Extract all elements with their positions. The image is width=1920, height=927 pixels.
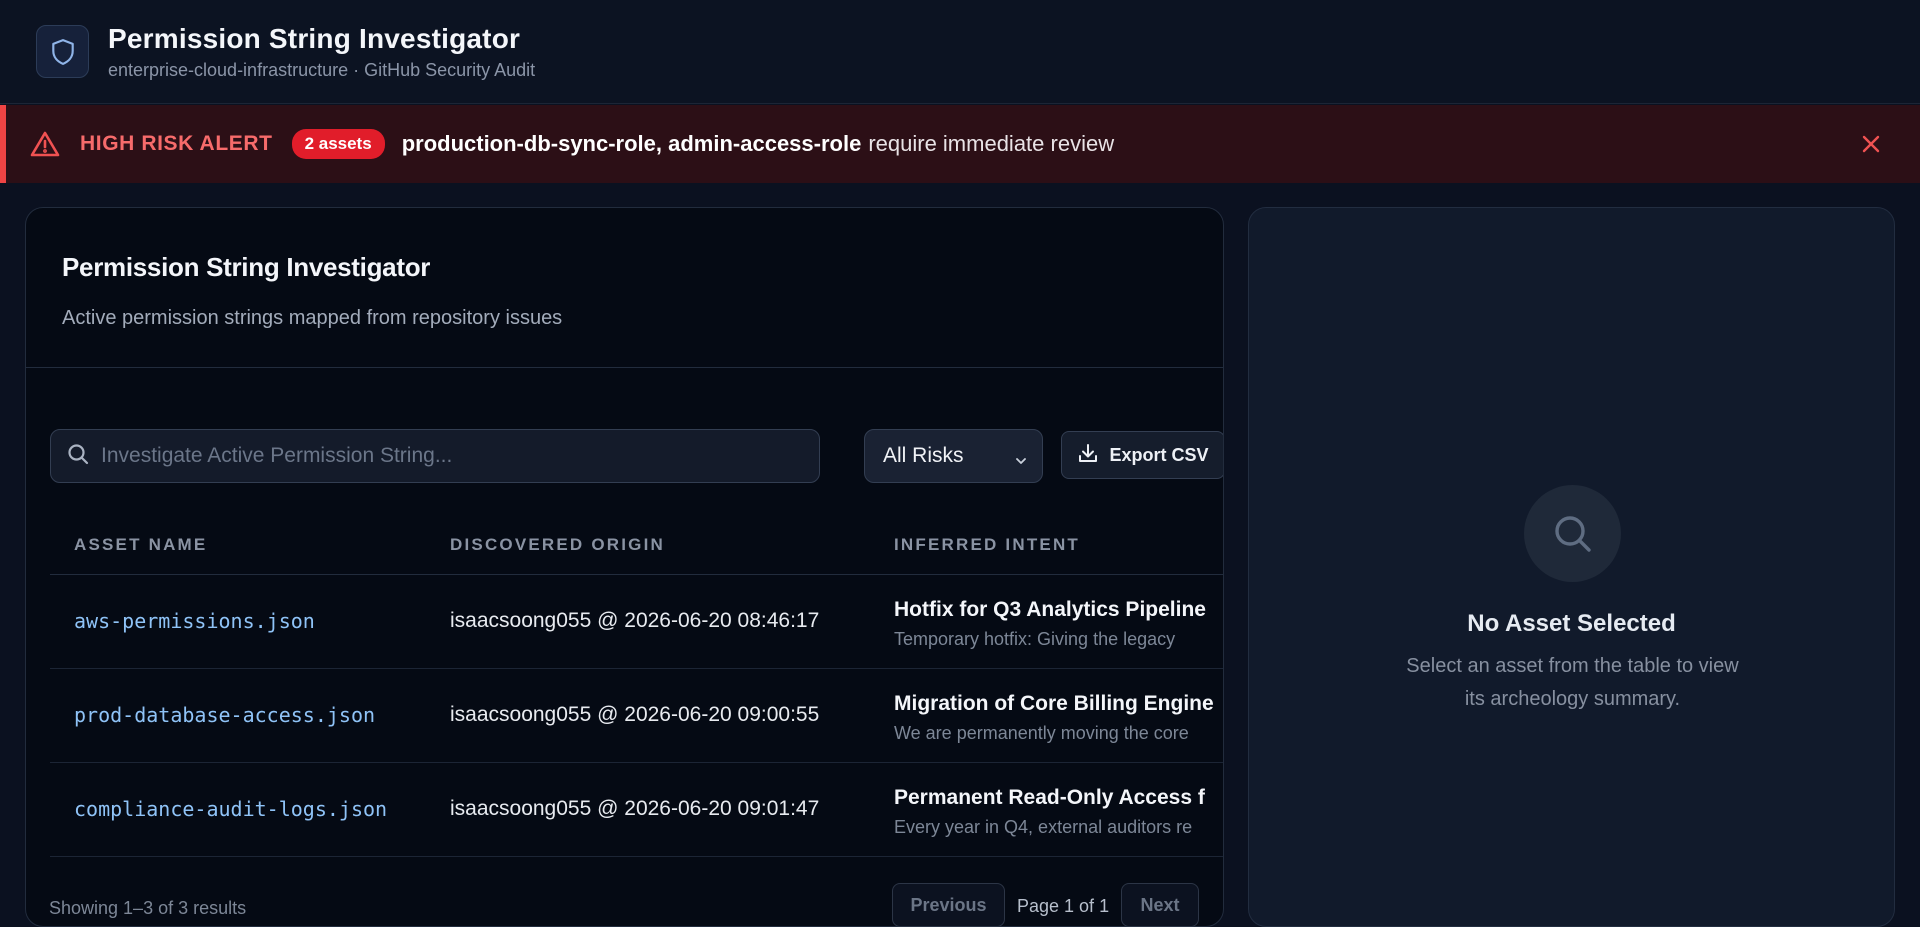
investigator-panel: Permission String Investigator Active pe… [25,207,1224,927]
intent-description: Every year in Q4, external auditors re [894,817,1193,837]
export-csv-button[interactable]: Export CSV [1061,431,1223,479]
assets-table: ASSET NAME DISCOVERED ORIGIN INFERRED IN… [50,513,1223,857]
column-header-intent: INFERRED INTENT [894,535,1080,554]
warning-triangle-icon [30,130,60,158]
export-csv-label: Export CSV [1109,444,1209,465]
alert-asset-names: production-db-sync-role, admin-access-ro… [401,131,862,156]
discovered-origin: isaacsoong055 @ 2026-06-20 09:01:47 [450,797,820,820]
high-risk-alert-banner: HIGH RISK ALERT 2 assets production-db-s… [0,105,1920,183]
asset-detail-panel: No Asset Selected Select an asset from t… [1248,207,1895,927]
app-title: Permission String Investigator [108,22,521,54]
discovered-origin: isaacsoong055 @ 2026-06-20 08:46:17 [450,609,820,632]
toolbar: All Risks Export CSV [50,429,1223,483]
chevron-down-icon [1014,450,1028,474]
shield-icon [36,25,89,78]
previous-page-button[interactable]: Previous [892,883,1005,927]
risk-filter-value: All Risks [883,444,964,467]
alert-title: HIGH RISK ALERT [80,132,273,155]
empty-state-title: No Asset Selected [1467,610,1676,637]
search-icon [67,443,89,470]
alert-asset-count-badge: 2 assets [291,129,385,159]
next-page-button[interactable]: Next [1121,883,1199,927]
intent-title: Migration of Core Billing Engine [894,692,1214,715]
asset-name-link[interactable]: compliance-audit-logs.json [74,797,387,821]
intent-description: Temporary hotfix: Giving the legacy [894,629,1176,649]
search-icon [1524,485,1621,582]
panel-description: Active permission strings mapped from re… [62,307,563,329]
panel-header: Permission String Investigator Active pe… [26,208,1223,368]
app-subtitle: enterprise-cloud-infrastructure · GitHub… [108,59,536,80]
column-header-asset: ASSET NAME [74,535,208,554]
table-header: ASSET NAME DISCOVERED ORIGIN INFERRED IN… [50,513,1223,575]
discovered-origin: isaacsoong055 @ 2026-06-20 09:00:55 [450,703,820,726]
header-text: Permission String Investigator enterpris… [108,23,535,81]
table-row[interactable]: aws-permissions.json isaacsoong055 @ 202… [50,575,1223,669]
asset-name-link[interactable]: prod-database-access.json [74,703,375,727]
close-icon[interactable] [1858,131,1884,157]
asset-name-link[interactable]: aws-permissions.json [74,609,315,633]
page-indicator: Page 1 of 1 [1017,896,1110,916]
alert-message: require immediate review [868,131,1115,156]
results-count: Showing 1–3 of 3 results [49,898,247,918]
empty-state-description: Select an asset from the table to view i… [1406,655,1739,710]
app-header: Permission String Investigator enterpris… [0,0,1920,104]
search-input[interactable] [101,430,819,482]
table-row[interactable]: prod-database-access.json isaacsoong055 … [50,669,1223,763]
intent-title: Hotfix for Q3 Analytics Pipeline [894,598,1206,621]
search-box[interactable] [50,429,820,483]
risk-filter-select[interactable]: All Risks [864,429,1043,483]
intent-title: Permanent Read-Only Access f [894,786,1205,809]
panel-title: Permission String Investigator [62,252,431,282]
column-header-origin: DISCOVERED ORIGIN [450,535,665,554]
table-row[interactable]: compliance-audit-logs.json isaacsoong055… [50,763,1223,857]
intent-description: We are permanently moving the core [894,723,1189,743]
download-icon [1077,442,1099,469]
